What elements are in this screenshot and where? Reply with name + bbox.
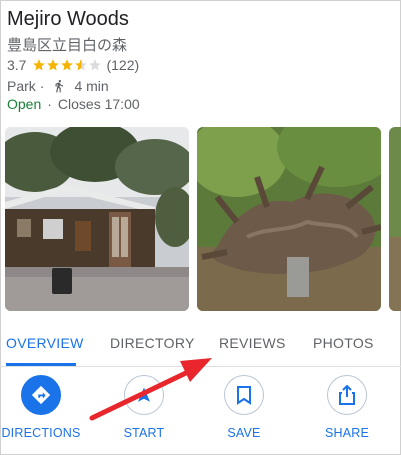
navigation-arrow-icon [124, 375, 164, 415]
review-count: (122) [106, 57, 140, 73]
active-tab-indicator [6, 363, 76, 366]
photo-partial[interactable] [389, 127, 401, 311]
tab-overview[interactable]: OVERVIEW [6, 335, 84, 351]
rating-stars [32, 58, 102, 72]
directions-icon [21, 375, 61, 415]
empty-star-icon [89, 59, 102, 71]
share-icon [327, 375, 367, 415]
directions-label: DIRECTIONS [1, 426, 81, 440]
separator-dot: · [47, 96, 52, 112]
share-button[interactable]: SHARE [307, 375, 387, 440]
separator-dot: · [39, 78, 45, 94]
place-category: Park [7, 78, 36, 94]
tab-bar: OVERVIEW DIRECTORY REVIEWS PHOTOS [0, 324, 401, 367]
hours-row[interactable]: Open · Closes 17:00 [7, 96, 140, 112]
star-icon [47, 59, 60, 71]
category-row: Park · 4 min [7, 78, 109, 94]
half-star-icon [75, 59, 88, 71]
tab-directory[interactable]: DIRECTORY [110, 335, 195, 351]
walk-time: 4 min [74, 78, 109, 94]
save-label: SAVE [227, 426, 261, 440]
save-button[interactable]: SAVE [204, 375, 284, 440]
star-icon [33, 59, 46, 71]
place-name: Mejiro Woods [7, 8, 129, 30]
photo-building[interactable] [5, 127, 189, 311]
start-label: START [123, 426, 165, 440]
rating-row[interactable]: 3.7 (122) [7, 57, 139, 73]
place-local-name: 豊島区立目白の森 [7, 37, 128, 54]
directions-button[interactable]: DIRECTIONS [1, 375, 81, 440]
open-status: Open [7, 96, 42, 112]
start-button[interactable]: START [104, 375, 184, 440]
star-icon [61, 59, 74, 71]
tab-reviews[interactable]: REVIEWS [219, 335, 286, 351]
rating-value: 3.7 [7, 57, 27, 73]
bookmark-icon [224, 375, 264, 415]
walking-icon [55, 79, 64, 93]
tab-photos[interactable]: PHOTOS [313, 335, 374, 351]
closing-time: Closes 17:00 [57, 96, 140, 112]
share-label: SHARE [324, 426, 370, 440]
photo-root-sculpture[interactable] [197, 127, 381, 311]
